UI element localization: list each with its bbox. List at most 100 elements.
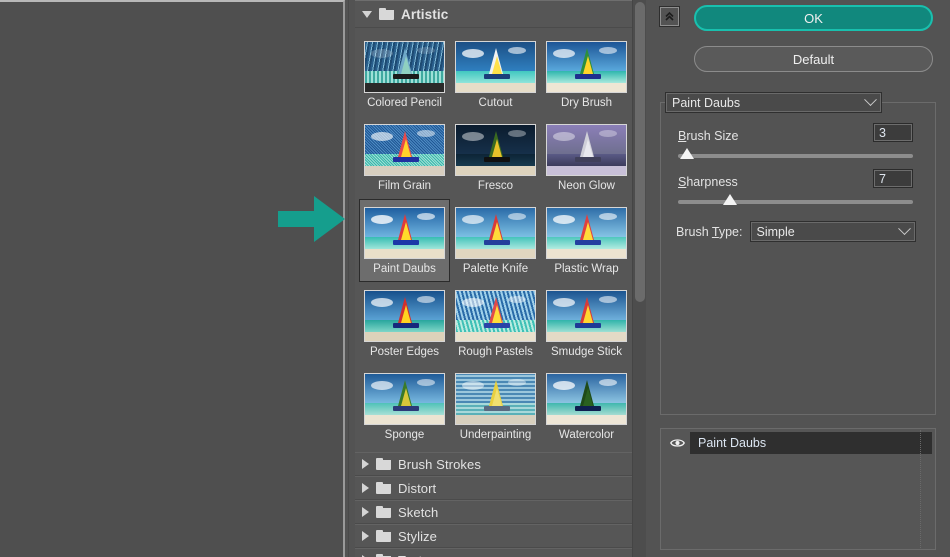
- folder-icon: [376, 458, 391, 470]
- filter-thumbnail-label: Plastic Wrap: [554, 263, 619, 275]
- category-row-stylize[interactable]: Stylize: [355, 524, 632, 548]
- sharpness-control-row: Sharpness 7: [678, 169, 913, 191]
- filter-thumbnail-label: Paint Daubs: [373, 263, 436, 275]
- layer-visibility-toggle[interactable]: [664, 432, 690, 454]
- filter-preview-image: [546, 290, 627, 342]
- category-row-texture[interactable]: Texture: [355, 548, 632, 557]
- chevron-down-icon: [864, 93, 877, 107]
- eye-icon: [669, 439, 685, 447]
- triangle-right-icon[interactable]: [362, 531, 369, 541]
- filter-preview-image: [364, 124, 445, 176]
- category-row-label: Texture: [398, 553, 441, 557]
- filter-thumbnail-sponge[interactable]: Sponge: [359, 365, 450, 448]
- category-row-sketch[interactable]: Sketch: [355, 500, 632, 524]
- filter-thumbnail-palette-knife[interactable]: Palette Knife: [450, 199, 541, 282]
- filter-thumbnail-film-grain[interactable]: Film Grain: [359, 116, 450, 199]
- filter-thumbnail-paint-daubs[interactable]: Paint Daubs: [359, 199, 450, 282]
- filter-preview-image: [364, 290, 445, 342]
- brush-size-value-field[interactable]: 3: [873, 123, 913, 142]
- filter-gallery-window: Artistic Colored Pencil Cutout Dry Brush Fi…: [0, 0, 950, 557]
- filter-preview-image: [364, 207, 445, 259]
- applied-filter-name: Paint Daubs: [698, 436, 767, 450]
- filter-thumbnail-label: Smudge Stick: [551, 346, 622, 358]
- category-row-label: Brush Strokes: [398, 456, 481, 472]
- category-row-brush-strokes[interactable]: Brush Strokes: [355, 452, 632, 476]
- filter-thumbnail-grid: Colored Pencil Cutout Dry Brush Film Grain F…: [355, 28, 632, 452]
- sharpness-slider-handle[interactable]: [722, 194, 737, 205]
- filter-thumbnail-label: Sponge: [384, 429, 425, 441]
- applied-filters-panel: Paint Daubs: [660, 428, 936, 550]
- preview-pane: [0, 0, 345, 557]
- layers-scroll-gutter[interactable]: [920, 430, 934, 548]
- filter-preview-image: [455, 41, 536, 93]
- ok-button-label: OK: [804, 10, 823, 26]
- collapse-panel-button[interactable]: [659, 6, 680, 27]
- filter-preview-image: [364, 373, 445, 425]
- filter-thumbnail-label: Film Grain: [377, 180, 432, 192]
- folder-icon: [379, 8, 394, 20]
- filter-thumbnail-neon-glow[interactable]: Neon Glow: [541, 116, 632, 199]
- filter-name-dropdown[interactable]: Paint Daubs: [665, 92, 882, 113]
- category-row-label: Stylize: [398, 528, 437, 544]
- brush-size-value: 3: [879, 125, 886, 140]
- filter-thumbnail-watercolor[interactable]: Watercolor: [541, 365, 632, 448]
- category-row-label: Sketch: [398, 504, 439, 520]
- brush-size-label: Brush Size: [678, 129, 739, 143]
- filter-thumbnail-underpainting[interactable]: Underpainting: [450, 365, 541, 448]
- filter-thumbnail-label: Rough Pastels: [458, 346, 533, 358]
- preview-canvas[interactable]: [0, 2, 343, 557]
- brush-size-slider[interactable]: [678, 148, 913, 162]
- filter-preview-image: [546, 124, 627, 176]
- category-label: Artistic: [401, 6, 449, 22]
- default-button-label: Default: [792, 51, 835, 67]
- sharpness-label: Sharpness: [678, 175, 738, 189]
- filter-thumbnail-rough-pastels[interactable]: Rough Pastels: [450, 282, 541, 365]
- browser-scrollbar[interactable]: [632, 0, 646, 557]
- brush-type-value: Simple: [756, 224, 795, 239]
- filter-preview-image: [455, 207, 536, 259]
- brush-size-slider-handle[interactable]: [680, 148, 695, 159]
- splitter-grip: [348, 0, 349, 557]
- filter-preview-image: [546, 207, 627, 259]
- filter-preview-image: [364, 41, 445, 93]
- sharpness-value: 7: [879, 171, 886, 186]
- brush-type-dropdown[interactable]: Simple: [749, 221, 916, 242]
- filter-thumbnail-plastic-wrap[interactable]: Plastic Wrap: [541, 199, 632, 282]
- filter-thumbnail-fresco[interactable]: Fresco: [450, 116, 541, 199]
- filter-thumbnail-smudge-stick[interactable]: Smudge Stick: [541, 282, 632, 365]
- collapsed-category-list: Brush Strokes Distort Sketch Stylize Texture: [355, 452, 632, 557]
- filter-preview-image: [455, 124, 536, 176]
- sharpness-slider-track[interactable]: [678, 200, 913, 204]
- sharpness-value-field[interactable]: 7: [873, 169, 913, 188]
- double-chevron-up-icon: [665, 11, 674, 21]
- filter-preview-image: [546, 373, 627, 425]
- triangle-right-icon[interactable]: [362, 459, 369, 469]
- filter-preview-image: [546, 41, 627, 93]
- triangle-right-icon[interactable]: [362, 507, 369, 517]
- folder-icon: [376, 482, 391, 494]
- filter-thumbnail-poster-edges[interactable]: Poster Edges: [359, 282, 450, 365]
- filter-thumbnail-dry-brush[interactable]: Dry Brush: [541, 33, 632, 116]
- applied-filter-row[interactable]: Paint Daubs: [664, 432, 932, 454]
- ok-button[interactable]: OK: [694, 5, 933, 31]
- folder-icon: [376, 530, 391, 542]
- filter-thumbnail-cutout[interactable]: Cutout: [450, 33, 541, 116]
- category-row-distort[interactable]: Distort: [355, 476, 632, 500]
- filter-thumbnail-label: Colored Pencil: [367, 97, 442, 109]
- filter-thumbnail-label: Fresco: [477, 180, 514, 192]
- panel-splitter[interactable]: [345, 0, 355, 557]
- filter-thumbnail-label: Underpainting: [459, 429, 532, 441]
- filter-thumbnail-label: Poster Edges: [369, 346, 440, 358]
- category-header-artistic[interactable]: Artistic: [355, 1, 632, 28]
- triangle-right-icon[interactable]: [362, 483, 369, 493]
- filter-thumbnail-label: Cutout: [478, 97, 513, 109]
- filter-thumbnail-label: Neon Glow: [558, 180, 615, 192]
- browser-scrollbar-thumb[interactable]: [635, 2, 645, 302]
- sharpness-slider[interactable]: [678, 194, 913, 208]
- default-button[interactable]: Default: [694, 46, 933, 72]
- triangle-down-icon[interactable]: [362, 10, 372, 18]
- brush-size-slider-track[interactable]: [678, 154, 913, 158]
- category-row-label: Distort: [398, 480, 437, 496]
- filter-thumbnail-colored-pencil[interactable]: Colored Pencil: [359, 33, 450, 116]
- filter-thumbnail-label: Watercolor: [558, 429, 615, 441]
